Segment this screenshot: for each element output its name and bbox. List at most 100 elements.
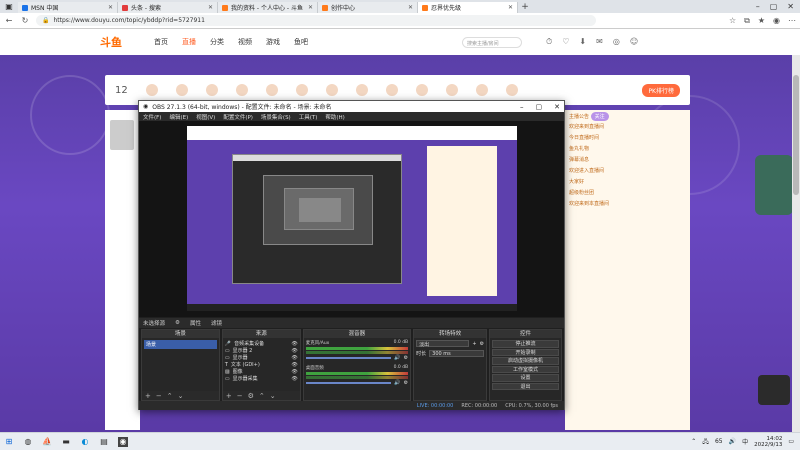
browser-tab-msn[interactable]: MSN 中国 ✕ xyxy=(18,2,118,13)
close-icon[interactable]: ✕ xyxy=(208,4,213,11)
eye-icon[interactable]: 👁 xyxy=(291,376,297,382)
follow-icon[interactable]: ♡ xyxy=(562,37,569,47)
nav-video[interactable]: 视频 xyxy=(238,37,252,47)
obs-preview[interactable] xyxy=(139,121,564,317)
star-icon[interactable] xyxy=(505,84,518,96)
task-icon[interactable] xyxy=(205,84,218,96)
obs-titlebar[interactable]: ◉ OBS 27.1.3 (64-bit, windows) - 配置文件: 未… xyxy=(139,101,564,112)
network-icon[interactable]: 🖧 xyxy=(702,437,709,447)
transition-select[interactable]: 淡出 xyxy=(416,340,470,348)
nav-live[interactable]: 直播 xyxy=(182,37,196,47)
treasure-icon[interactable] xyxy=(235,84,248,96)
menu-scene-collection[interactable]: 场景集合(S) xyxy=(261,113,291,121)
source-item[interactable]: ▭ 显示器采集 👁 xyxy=(225,375,298,383)
menu-file[interactable]: 文件(F) xyxy=(143,113,161,121)
url-field[interactable]: 🔒 https://www.douyu.com/topic/ybddp?rid=… xyxy=(36,15,596,26)
remove-icon[interactable]: − xyxy=(156,392,162,400)
duration-input[interactable]: 300 ms xyxy=(429,350,485,357)
add-icon[interactable]: + xyxy=(145,392,151,400)
eye-icon[interactable]: 👁 xyxy=(291,348,297,354)
nav-game[interactable]: 游戏 xyxy=(266,37,280,47)
douyu-logo[interactable]: 斗鱼 xyxy=(100,34,140,50)
close-icon[interactable]: ✕ xyxy=(108,4,113,11)
minimize-icon[interactable]: – xyxy=(756,2,760,11)
notification-icon[interactable]: ▭ xyxy=(788,438,794,445)
chart-icon[interactable] xyxy=(295,84,308,96)
maximize-icon[interactable]: ▢ xyxy=(536,103,543,111)
close-icon[interactable]: ✕ xyxy=(508,4,513,11)
close-window-icon[interactable]: ✕ xyxy=(787,2,794,11)
move-up-icon[interactable]: ⌃ xyxy=(167,392,173,400)
filters-button[interactable]: 滤镜 xyxy=(211,319,222,327)
move-down-icon[interactable]: ⌄ xyxy=(270,392,276,400)
promo-widget[interactable] xyxy=(758,375,790,405)
check-icon[interactable] xyxy=(355,84,368,96)
anchor-avatar[interactable] xyxy=(110,120,134,150)
follow-pill[interactable]: 关注 xyxy=(590,112,609,121)
speaker-icon[interactable]: 🔊 xyxy=(394,355,400,361)
browser-tab-search[interactable]: 头条 - 搜索 ✕ xyxy=(118,2,218,13)
window-menu-icon[interactable]: ▣ xyxy=(0,0,18,13)
broadcast-icon[interactable]: ◎ xyxy=(613,37,620,47)
menu-help[interactable]: 帮助(H) xyxy=(325,113,344,121)
menu-tools[interactable]: 工具(T) xyxy=(299,113,318,121)
obs-icon[interactable]: ◉ xyxy=(118,436,128,447)
settings-button[interactable]: 设置 xyxy=(492,374,559,382)
minimize-icon[interactable]: – xyxy=(520,103,524,111)
eye-icon[interactable]: 👁 xyxy=(291,362,297,368)
menu-view[interactable]: 视图(V) xyxy=(196,113,215,121)
lock-icon[interactable] xyxy=(475,84,488,96)
source-item[interactable]: 🎤 音频采集设备 👁 xyxy=(225,340,298,348)
gear-icon[interactable]: ⚙ xyxy=(248,392,254,400)
source-item[interactable]: ▨ 图像 👁 xyxy=(225,368,298,376)
start-virtual-camera-button[interactable]: 启动虚拟摄像机 xyxy=(492,357,559,365)
app-icon[interactable]: ⛵ xyxy=(42,437,52,447)
source-item[interactable]: ▭ 显示器 👁 xyxy=(225,354,298,362)
speaker-icon[interactable]: 🔊 xyxy=(394,380,400,386)
stop-streaming-button[interactable]: 停止推流 xyxy=(492,340,559,348)
close-icon[interactable]: ✕ xyxy=(308,4,313,11)
windows-start-icon[interactable]: ⊞ xyxy=(4,437,14,447)
add-icon[interactable]: + xyxy=(472,341,476,347)
scrollbar-thumb[interactable] xyxy=(793,75,799,195)
warning-icon[interactable] xyxy=(445,84,458,96)
event-widget[interactable] xyxy=(755,155,793,215)
move-down-icon[interactable]: ⌄ xyxy=(178,392,184,400)
source-item[interactable]: ▭ 显示器 2 👁 xyxy=(225,347,298,355)
pencil-icon[interactable] xyxy=(415,84,428,96)
eye-icon[interactable]: 👁 xyxy=(291,341,297,347)
scene-item[interactable]: 场景 xyxy=(144,340,217,349)
move-up-icon[interactable]: ⌃ xyxy=(259,392,265,400)
gift-icon[interactable] xyxy=(145,84,158,96)
exit-button[interactable]: 退出 xyxy=(492,382,559,390)
site-search-input[interactable]: 搜索主播/房间 xyxy=(462,36,522,48)
gear-icon[interactable]: ⚙ xyxy=(404,355,408,361)
audio-icon[interactable] xyxy=(175,84,188,96)
gear-icon[interactable]: ⚙ xyxy=(175,320,180,326)
chevron-up-icon[interactable]: ⌃ xyxy=(691,438,696,445)
eye-icon[interactable]: 👁 xyxy=(291,355,297,361)
page-scrollbar[interactable] xyxy=(792,55,800,432)
nav-home[interactable]: 首页 xyxy=(154,37,168,47)
gear-icon[interactable]: ⚙ xyxy=(480,341,484,347)
volume-slider[interactable] xyxy=(305,382,392,384)
close-icon[interactable]: ✕ xyxy=(554,103,560,111)
input-language[interactable]: 中 xyxy=(742,437,748,446)
refresh-icon[interactable]: ↻ xyxy=(20,16,30,25)
menu-edit[interactable]: 编辑(E) xyxy=(169,113,188,121)
speaker-icon[interactable]: 🔊 xyxy=(729,438,736,445)
maximize-icon[interactable]: ▢ xyxy=(770,2,778,11)
mail-icon[interactable] xyxy=(385,84,398,96)
menu-profile[interactable]: 配置文件(P) xyxy=(223,113,253,121)
desktop-icon[interactable]: ▬ xyxy=(61,437,71,447)
message-icon[interactable]: ✉ xyxy=(596,37,603,47)
eye-icon[interactable]: 👁 xyxy=(291,369,297,375)
favorites-icon[interactable]: ★ xyxy=(758,16,765,26)
preview-canvas[interactable] xyxy=(187,126,517,311)
remove-icon[interactable]: − xyxy=(237,392,243,400)
gift-icon[interactable] xyxy=(265,84,278,96)
add-icon[interactable]: + xyxy=(226,392,232,400)
properties-button[interactable]: 属性 xyxy=(190,319,201,327)
edge-icon[interactable]: ◐ xyxy=(80,437,90,447)
box-icon[interactable] xyxy=(325,84,338,96)
